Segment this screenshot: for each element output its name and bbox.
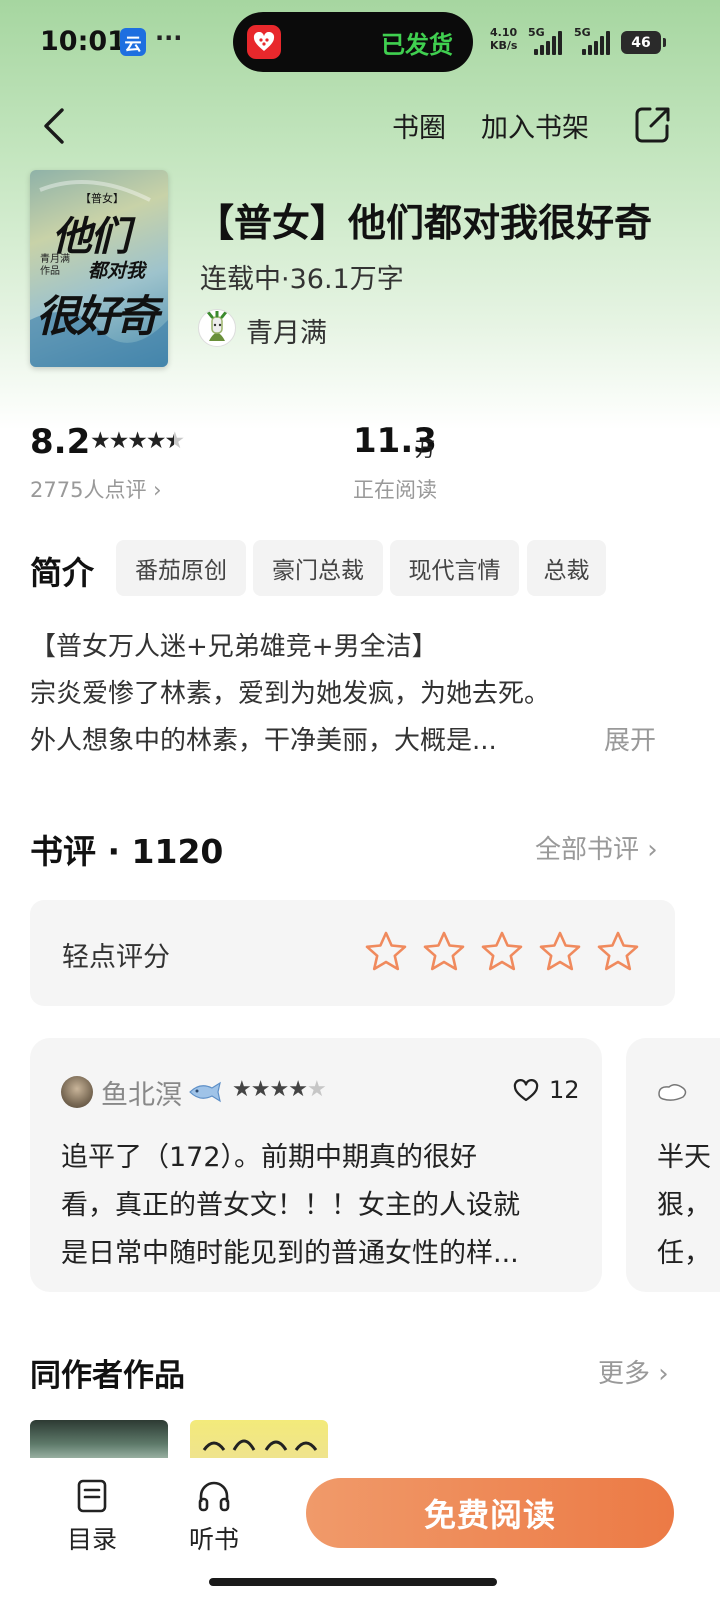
book-cover[interactable]: 【普女】 他们 青月满 作品 都对我 很好奇 — [30, 170, 168, 367]
star-icon: ★ — [127, 428, 148, 454]
reviews-count: 1120 — [131, 832, 224, 871]
book-title: 【普女】他们都对我很好奇 — [196, 201, 653, 245]
rating-stars: ★★★★★★ — [90, 428, 186, 454]
star-icon: ★ — [288, 1077, 308, 1102]
review-text-line: 狠， — [657, 1190, 711, 1221]
review-text-line: 是日常中随时能见到的普通女性的样... — [61, 1238, 519, 1269]
more-notifications-icon: ··· — [155, 24, 183, 52]
cover-author-name: 青月满 — [40, 254, 70, 265]
more-label: 更多 — [598, 1359, 651, 1389]
like-count: 12 — [549, 1076, 580, 1104]
star-empty-icon: ★ — [306, 1077, 327, 1102]
reviewer-avatar-next[interactable] — [655, 1080, 689, 1104]
read-free-button[interactable]: 免费阅读 — [306, 1478, 674, 1548]
tag-chip[interactable]: 总裁 — [527, 540, 606, 596]
all-reviews-label: 全部书评 — [535, 835, 640, 865]
review-stars: ★★★★★ — [232, 1077, 327, 1102]
add-to-shelf-button[interactable]: 加入书架 — [481, 106, 589, 145]
reviewer-name[interactable]: 鱼北溟 — [101, 1073, 182, 1112]
review-count-link[interactable]: 2775人点评 › — [30, 474, 162, 504]
battery-icon: 46 — [621, 31, 666, 54]
author-book-cover[interactable] — [190, 1420, 328, 1460]
cover-author: 青月满 作品 — [40, 254, 70, 278]
intro-line: 宗炎爱惨了林素，爱到为她发疯，为她去死。 — [30, 679, 551, 709]
review-count-label: 2775人点评 — [30, 478, 147, 502]
author-avatar[interactable] — [198, 309, 236, 347]
star-icon: ★ — [145, 428, 167, 454]
star-icon: ★ — [250, 1077, 271, 1102]
intro-line: 【普女万人迷+兄弟雄竞+男全洁】 — [30, 632, 438, 662]
chevron-right-icon: › — [650, 1359, 669, 1389]
reviews-heading-label: 书评 — [30, 832, 96, 871]
listen-label[interactable]: 听书 — [189, 1520, 239, 1556]
book-status-wordcount: 连载中·36.1万字 — [200, 264, 404, 295]
expand-button[interactable]: 展开 — [604, 720, 656, 757]
share-icon[interactable] — [634, 104, 670, 144]
rate-star-icon[interactable] — [422, 930, 466, 974]
review-text-line: 看，真正的普女文！！！女主的人设就 — [61, 1190, 520, 1221]
rating-score: 8.2 — [30, 422, 91, 462]
delivery-status: 已发货 — [381, 30, 453, 59]
shop-icon — [247, 25, 281, 59]
intro-line: 外人想象中的林素，干净美丽，大概是... — [30, 726, 497, 756]
reviewer-avatar[interactable] — [61, 1076, 93, 1108]
star-icon: ★ — [232, 1077, 252, 1102]
reviews-separator: · — [107, 832, 121, 871]
half-star-icon: ★★ — [164, 428, 186, 454]
status-time: 10:01 — [40, 26, 126, 57]
readers-unit: 万 — [415, 437, 435, 461]
cover-title-line3: 很好奇 — [36, 292, 159, 342]
star-icon: ★ — [90, 428, 111, 454]
review-text-line: 追平了（172）。前期中期真的很好 — [61, 1142, 478, 1173]
author-name[interactable]: 青月满 — [246, 311, 327, 350]
cover-author-suffix: 作品 — [40, 266, 60, 277]
app-notification-icon: 云 — [120, 28, 146, 56]
review-text-line: 任， — [657, 1238, 711, 1269]
chevron-right-icon: › — [146, 478, 162, 502]
rate-star-icon[interactable] — [364, 930, 408, 974]
rate-star-icon[interactable] — [480, 930, 524, 974]
author-book-cover[interactable] — [30, 1420, 168, 1460]
readers-label: 正在阅读 — [353, 478, 437, 502]
review-text-line: 半天 — [657, 1142, 711, 1173]
rate-star-icon[interactable] — [538, 930, 582, 974]
heart-icon[interactable] — [513, 1079, 539, 1103]
network-speed-unit: KB/s — [490, 39, 518, 52]
catalog-icon[interactable] — [74, 1478, 110, 1514]
intro-heading: 简介 — [30, 554, 95, 592]
book-circle-link[interactable]: 书圈 — [392, 106, 446, 145]
tag-chip[interactable]: 现代言情 — [390, 540, 519, 596]
rate-star-icon[interactable] — [596, 930, 640, 974]
catalog-label[interactable]: 目录 — [67, 1520, 117, 1556]
fish-badge-icon — [186, 1080, 224, 1104]
dynamic-island[interactable]: 已发货 — [233, 12, 473, 72]
signal-icon-2: 5G — [574, 26, 614, 56]
reviews-heading: 书评 · 1120 — [30, 825, 223, 873]
back-icon[interactable] — [38, 104, 78, 148]
tag-chip[interactable]: 番茄原创 — [116, 540, 246, 596]
cover-title-line2: 都对我 — [88, 260, 146, 282]
tag-chip[interactable]: 豪门总裁 — [253, 540, 383, 596]
signal-icon: 5G — [528, 26, 568, 56]
network-speed: 4.10 KB/s — [490, 26, 517, 52]
star-icon: ★ — [108, 428, 130, 454]
more-link[interactable]: 更多 › — [598, 1353, 669, 1390]
same-author-heading: 同作者作品 — [30, 1358, 185, 1394]
rate-label: 轻点评分 — [62, 942, 170, 973]
chevron-right-icon: › — [639, 835, 658, 865]
star-icon: ★ — [269, 1077, 289, 1102]
home-indicator[interactable] — [209, 1578, 497, 1586]
network-speed-value: 4.10 — [490, 26, 518, 39]
headphones-icon[interactable] — [196, 1478, 232, 1514]
all-reviews-link[interactable]: 全部书评 › — [535, 829, 658, 866]
